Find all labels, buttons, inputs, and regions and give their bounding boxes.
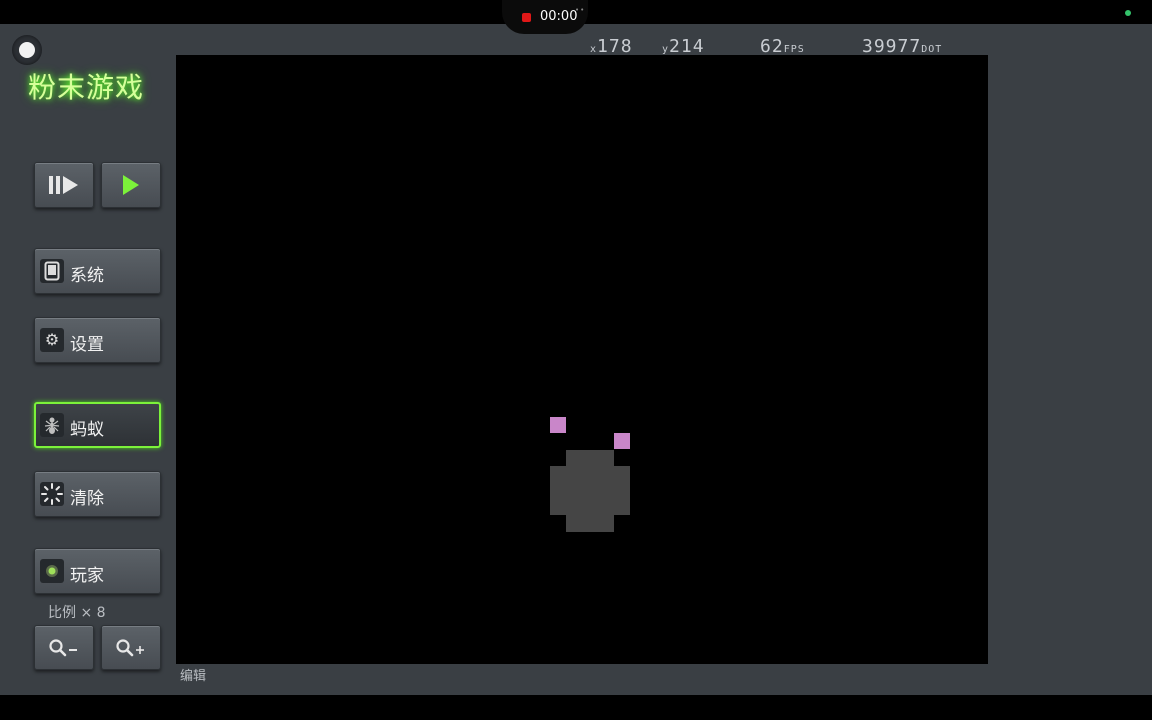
scale-label: 比例 × 8	[48, 605, 106, 621]
dot-unit: DOT	[921, 44, 943, 55]
clear-label: 清除	[70, 489, 104, 509]
y-prefix: y	[662, 44, 670, 55]
ant-icon	[40, 413, 64, 437]
particle-pink	[614, 433, 630, 449]
burst-icon	[40, 482, 64, 506]
y-value: 214	[669, 36, 705, 57]
zoom-in-button[interactable]	[101, 625, 161, 670]
clear-button[interactable]: 清除	[34, 471, 161, 517]
system-button[interactable]: 系统	[34, 248, 161, 294]
zoom-out-button[interactable]	[34, 625, 94, 670]
dot-value: 39977	[862, 36, 922, 57]
particle-pink	[550, 417, 566, 433]
step-forward-icon	[35, 163, 93, 207]
player-dot-icon	[40, 559, 64, 583]
cursor-y-readout: y214	[662, 36, 705, 57]
fps-unit: FPS	[783, 44, 805, 55]
settings-label: 设置	[70, 335, 104, 355]
tablet-icon	[40, 259, 64, 283]
player-body	[550, 466, 630, 515]
system-label: 系统	[70, 266, 104, 286]
status-indicator-icon	[1125, 10, 1131, 16]
ant-label: 蚂蚁	[70, 420, 104, 440]
play-icon	[102, 163, 160, 207]
zoom-in-icon	[102, 626, 160, 669]
recording-time: 00:00	[540, 9, 578, 24]
app-logo: 粉末游戏	[28, 71, 145, 104]
play-button[interactable]	[101, 162, 161, 208]
dot-count-readout: 39977DOT	[862, 36, 943, 57]
x-value: 178	[597, 36, 633, 57]
fps-value: 62	[760, 36, 784, 57]
cursor-x-readout: x178	[590, 36, 633, 57]
more-dots-icon: ••	[575, 6, 586, 14]
system-navigation-bar	[0, 695, 1152, 720]
game-canvas[interactable]	[176, 55, 988, 664]
record-icon	[522, 13, 531, 22]
x-prefix: x	[590, 44, 598, 55]
ant-element-button[interactable]: 蚂蚁	[34, 402, 161, 448]
floating-assist-button[interactable]	[12, 35, 42, 65]
fps-readout: 62FPS	[760, 36, 805, 57]
screen-recording-pill[interactable]: 00:00 ••	[502, 0, 588, 34]
system-status-bar: 00:00 ••	[0, 0, 1152, 34]
zoom-out-icon	[35, 626, 93, 669]
gear-icon: ⚙	[40, 328, 64, 352]
player-element-button[interactable]: 玩家	[34, 548, 161, 594]
settings-button[interactable]: ⚙ 设置	[34, 317, 161, 363]
player-label: 玩家	[70, 566, 104, 586]
step-button[interactable]	[34, 162, 94, 208]
edit-label: 编辑	[180, 669, 207, 684]
